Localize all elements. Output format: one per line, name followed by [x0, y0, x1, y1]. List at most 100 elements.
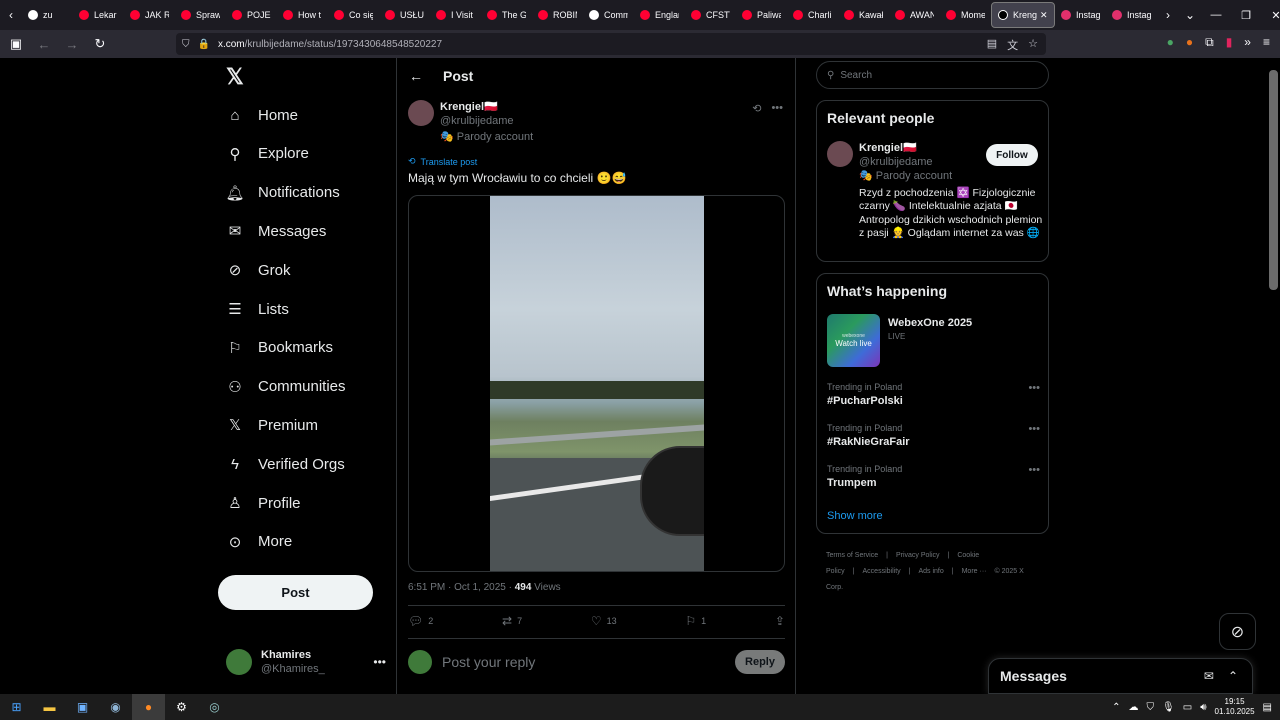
chevron-up-icon[interactable]: ⌃	[1112, 702, 1120, 713]
overflow-menu-icon[interactable]: »	[1244, 35, 1251, 50]
event-title[interactable]: WebexOne 2025	[888, 317, 972, 329]
grok-button[interactable]: ⊘	[1219, 613, 1256, 650]
url-text[interactable]: x.com/krulbijedame/status/19734306485485…	[218, 39, 442, 50]
close-icon[interactable]: ✕	[1040, 10, 1048, 21]
browser-tab-active[interactable]: Kreng ✕	[991, 2, 1055, 28]
person-name[interactable]: Krengiel🇵🇱	[859, 141, 952, 155]
browser-tab[interactable]: AWAN	[889, 2, 940, 28]
browser-tab[interactable]: POJEC	[226, 2, 277, 28]
extension-fox-icon[interactable]: ●	[1186, 35, 1193, 50]
app-icon[interactable]: ◎	[198, 694, 231, 720]
search-input[interactable]: ⚲ Search	[816, 61, 1049, 89]
browser-tab[interactable]: Spraw	[175, 2, 226, 28]
footer-link[interactable]: Privacy Policy	[896, 552, 940, 559]
more-dots-icon[interactable]: •••	[1028, 464, 1040, 476]
trend-item[interactable]: Trending in Poland #RakNieGraFair •••	[827, 423, 1040, 448]
back-icon[interactable]: ←	[32, 37, 56, 52]
more-dots-icon[interactable]: •••	[771, 102, 783, 115]
browser-tab[interactable]: The G	[481, 2, 532, 28]
nav-item-bookmarks[interactable]: ⚐ Bookmarks	[226, 339, 333, 357]
url-bar[interactable]: ⛉ 🔒 x.com/krulbijedame/status/1973430648…	[176, 33, 1046, 55]
translate-post-link[interactable]: ⟲ Translate post	[408, 156, 477, 167]
close-window-icon[interactable]: ✕	[1261, 9, 1280, 22]
nav-item-explore[interactable]: ⚲ Explore	[226, 145, 309, 163]
footer-link[interactable]: Ads info	[918, 568, 943, 575]
chevron-up-icon[interactable]: ⌃	[1228, 669, 1238, 683]
sidebar-toggle-icon[interactable]: ▣	[4, 36, 28, 52]
hamburger-menu-icon[interactable]: ≡	[1263, 35, 1270, 50]
reader-view-icon[interactable]: ▤	[987, 37, 997, 53]
browser-tab[interactable]: Lekar	[73, 2, 124, 28]
cloud-icon[interactable]: ☁	[1129, 702, 1139, 713]
repost-action[interactable]: ⇄ 7	[502, 614, 522, 628]
tab-scroll-right-icon[interactable]: ›	[1157, 8, 1179, 22]
browser-tab[interactable]: Charli	[787, 2, 838, 28]
bookmark-star-icon[interactable]: ☆	[1028, 37, 1038, 53]
footer-link[interactable]: Accessibility	[863, 568, 901, 575]
nav-item-notifications[interactable]: 🔔︎ Notifications	[225, 184, 339, 202]
author-handle[interactable]: @krulbijedame	[440, 114, 533, 128]
person-handle[interactable]: @krulbijedame	[859, 155, 952, 169]
extensions-icon[interactable]: ⧉	[1205, 35, 1214, 50]
shield-icon[interactable]: ⛉	[182, 39, 190, 50]
reload-icon[interactable]: ↻	[88, 36, 112, 52]
more-dots-icon[interactable]: •••	[373, 655, 386, 669]
like-action[interactable]: ♡ 13	[591, 614, 617, 628]
reply-input[interactable]: Post your reply	[442, 654, 535, 670]
notification-icon[interactable]: ▤	[1263, 702, 1272, 713]
maximize-icon[interactable]: ❐	[1231, 9, 1261, 22]
trend-item[interactable]: Trending in Poland #PucharPolski •••	[827, 382, 1040, 407]
browser-tab[interactable]: CFSTV	[685, 2, 736, 28]
browser-tab[interactable]: Co się	[328, 2, 379, 28]
nav-item-lists[interactable]: ☰ Lists	[226, 300, 289, 319]
browser-tab[interactable]: Englar	[634, 2, 685, 28]
nav-item-communities[interactable]: ⚇ Communities	[226, 378, 345, 396]
browser-tab[interactable]: Comm	[583, 2, 634, 28]
more-dots-icon[interactable]: •••	[1028, 423, 1040, 435]
author-name[interactable]: Krengiel🇵🇱	[440, 100, 533, 114]
nav-item-grok[interactable]: ⊘ Grok	[226, 261, 291, 280]
back-arrow-icon[interactable]: ←	[409, 68, 423, 84]
avatar[interactable]	[827, 141, 853, 167]
minimize-icon[interactable]: —	[1201, 9, 1231, 22]
nav-item-verified-orgs[interactable]: ϟ Verified Orgs	[226, 455, 345, 473]
clock[interactable]: 19:15 01.10.2025	[1215, 697, 1255, 717]
browser-tab[interactable]: USŁUC	[379, 2, 430, 28]
browser-tab[interactable]: JAK R	[124, 2, 175, 28]
share-action[interactable]: ⇪	[775, 614, 785, 628]
post-video[interactable]	[408, 195, 785, 572]
browser-tab[interactable]: zu	[22, 2, 73, 28]
grok-icon[interactable]: ⟲	[752, 102, 761, 115]
nav-item-more[interactable]: ⊙ More	[226, 533, 292, 551]
browser-tab[interactable]: Paliwa	[736, 2, 787, 28]
shield-icon[interactable]: ⛉	[1147, 702, 1155, 713]
firefox-icon[interactable]: ●	[132, 694, 165, 720]
nav-item-profile[interactable]: ♙ Profile	[226, 494, 300, 513]
browser-tab[interactable]: How t	[277, 2, 328, 28]
account-switcher[interactable]: Khamires @Khamires_ •••	[226, 648, 386, 676]
browser-tab[interactable]: ROBIM	[532, 2, 583, 28]
footer-link[interactable]: More ···	[962, 568, 987, 575]
nav-item-home[interactable]: ⌂ Home	[226, 106, 298, 124]
display-icon[interactable]: ▭	[1183, 702, 1192, 713]
tab-list-icon[interactable]: ⌄	[1179, 8, 1201, 22]
browser-tab[interactable]: Mome	[940, 2, 991, 28]
reply-action[interactable]: 💬︎ 2	[408, 614, 433, 628]
extension-badge-icon[interactable]: ▮	[1226, 35, 1233, 50]
browser-tab[interactable]: Instag	[1106, 2, 1157, 28]
new-message-icon[interactable]: ✉	[1204, 669, 1214, 683]
post-button[interactable]: Post	[218, 575, 373, 610]
browser-tab[interactable]: Instag	[1055, 2, 1106, 28]
reply-button[interactable]: Reply	[735, 650, 785, 674]
microphone-icon[interactable]: 🎙︎	[1162, 702, 1175, 713]
author-avatar[interactable]	[408, 100, 434, 126]
browser-tab[interactable]: I Visit	[430, 2, 481, 28]
post-author[interactable]: Krengiel🇵🇱 @krulbijedame 🎭 Parody accoun…	[408, 100, 533, 144]
nav-item-premium[interactable]: 𝕏 Premium	[226, 416, 318, 435]
trend-item[interactable]: Trending in Poland Trumpem •••	[827, 464, 1040, 489]
settings-gear-icon[interactable]: ⚙	[165, 694, 198, 720]
scrollbar[interactable]	[1269, 70, 1278, 290]
nav-item-messages[interactable]: ✉ Messages	[226, 222, 327, 241]
folder-icon[interactable]: ▬	[33, 694, 66, 720]
lock-icon[interactable]: 🔒	[198, 39, 210, 50]
